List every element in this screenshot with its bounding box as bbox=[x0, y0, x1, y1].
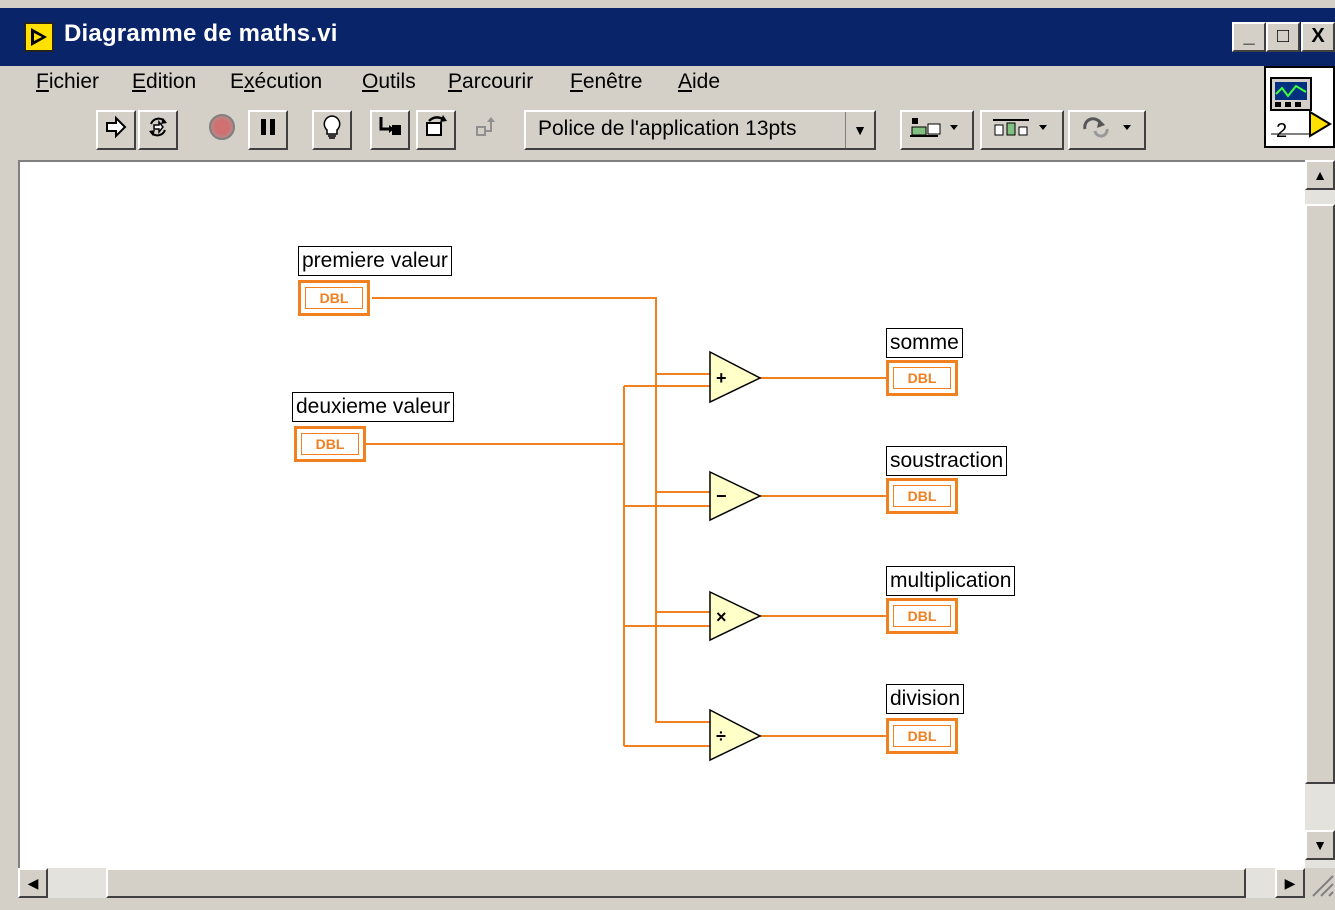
lightbulb-icon bbox=[321, 114, 343, 146]
run-icon bbox=[104, 115, 128, 145]
wire-premiere-div bbox=[655, 612, 710, 723]
control-label-deuxieme[interactable]: deuxieme valeur bbox=[292, 392, 455, 422]
run-continuously-button[interactable] bbox=[138, 110, 178, 150]
connector-pane-label: 2 bbox=[1276, 120, 1288, 142]
indicator-division[interactable]: DBL bbox=[886, 718, 958, 754]
chevron-down-icon[interactable]: ▼ bbox=[845, 112, 874, 148]
menu-rest: enêtre bbox=[582, 70, 643, 93]
wire-premiere-mul bbox=[655, 492, 710, 613]
scroll-up-button[interactable]: ▲ bbox=[1305, 160, 1335, 190]
step-out-icon bbox=[473, 115, 499, 145]
dbl-badge: DBL bbox=[893, 725, 951, 747]
mnemonic: x bbox=[244, 70, 255, 93]
resize-grip-icon bbox=[1312, 875, 1334, 897]
menu-rest: ichier bbox=[48, 70, 100, 93]
connector-pane[interactable]: 2 bbox=[1264, 66, 1335, 148]
font-ring[interactable]: Police de l'application 13pts ▼ bbox=[524, 110, 876, 150]
horizontal-scrollbar[interactable]: ◀ ▶ bbox=[18, 868, 1305, 898]
step-into-button[interactable] bbox=[370, 110, 410, 150]
menu-bar: Fichier Edition Exécution Outils Parcour… bbox=[0, 66, 1260, 102]
close-button[interactable]: X bbox=[1301, 22, 1335, 52]
wires: + − × ÷ bbox=[366, 297, 888, 762]
indicator-label-multiplication[interactable]: multiplication bbox=[886, 566, 1016, 596]
horizontal-scroll-thumb[interactable] bbox=[106, 868, 1246, 898]
pause-button[interactable] bbox=[248, 110, 288, 150]
dbl-badge: DBL bbox=[305, 287, 363, 309]
align-objects-button[interactable] bbox=[900, 110, 974, 150]
control-label-premiere[interactable]: premiere valeur bbox=[298, 246, 452, 276]
step-out-button[interactable] bbox=[466, 110, 506, 150]
subtract-symbol: − bbox=[716, 486, 727, 506]
indicator-multiplication[interactable]: DBL bbox=[886, 598, 958, 634]
multiply-symbol: × bbox=[716, 607, 727, 627]
distribute-objects-button[interactable] bbox=[980, 110, 1064, 150]
wire-premiere-add bbox=[372, 297, 710, 375]
labview-window: Diagramme de maths.vi _ □ X Fichier Edit… bbox=[0, 0, 1335, 910]
dbl-badge: DBL bbox=[893, 367, 951, 389]
menu-rest: utils bbox=[378, 70, 416, 93]
mnemonic: E bbox=[132, 70, 147, 93]
wire-premiere-sub bbox=[655, 374, 710, 493]
step-into-icon bbox=[377, 115, 403, 145]
menu-rest: E bbox=[230, 70, 245, 93]
vertical-scroll-thumb[interactable] bbox=[1305, 204, 1335, 784]
highlight-execution-button[interactable] bbox=[312, 110, 352, 150]
menu-rest: ide bbox=[692, 70, 721, 93]
mnemonic: F bbox=[570, 70, 583, 93]
resize-grip[interactable] bbox=[1305, 868, 1335, 898]
reorder-icon bbox=[1077, 115, 1137, 145]
menu-aide[interactable]: Aide bbox=[672, 70, 726, 94]
mnemonic: O bbox=[362, 70, 379, 93]
indicator-somme[interactable]: DBL bbox=[886, 360, 958, 396]
mnemonic: F bbox=[36, 70, 49, 93]
control-deuxieme-valeur[interactable]: DBL bbox=[294, 426, 366, 462]
abort-button[interactable] bbox=[202, 110, 242, 150]
vertical-scrollbar[interactable]: ▲ ▼ bbox=[1305, 160, 1335, 868]
menu-rest: écution bbox=[254, 70, 323, 93]
menu-execution[interactable]: Exécution bbox=[224, 70, 328, 94]
maximize-button[interactable]: □ bbox=[1266, 22, 1300, 52]
add-symbol: + bbox=[716, 368, 727, 388]
control-premiere-valeur[interactable]: DBL bbox=[298, 280, 370, 316]
divide-symbol: ÷ bbox=[716, 726, 726, 746]
indicator-label-soustraction[interactable]: soustraction bbox=[886, 446, 1008, 476]
step-over-button[interactable] bbox=[416, 110, 456, 150]
menu-rest: arcourir bbox=[462, 70, 534, 93]
reorder-button[interactable] bbox=[1068, 110, 1146, 150]
run-continuously-icon bbox=[145, 114, 171, 146]
font-ring-label: Police de l'application 13pts bbox=[538, 117, 797, 140]
dbl-badge: DBL bbox=[893, 605, 951, 627]
mnemonic: A bbox=[678, 70, 693, 93]
minimize-button[interactable]: _ bbox=[1232, 22, 1266, 52]
window-title: Diagramme de maths.vi bbox=[64, 20, 338, 47]
indicator-label-somme[interactable]: somme bbox=[886, 328, 963, 358]
mnemonic: P bbox=[448, 70, 463, 93]
run-button[interactable] bbox=[96, 110, 136, 150]
step-over-icon bbox=[423, 115, 449, 145]
pause-icon bbox=[257, 116, 279, 144]
menu-fichier[interactable]: Fichier bbox=[30, 70, 105, 94]
dbl-badge: DBL bbox=[893, 485, 951, 507]
dbl-badge: DBL bbox=[301, 433, 359, 455]
vi-icon[interactable] bbox=[24, 22, 54, 52]
distribute-objects-icon bbox=[989, 115, 1055, 145]
scroll-left-button[interactable]: ◀ bbox=[18, 868, 48, 898]
menu-outils[interactable]: Outils bbox=[356, 70, 422, 94]
menu-edition[interactable]: Edition bbox=[126, 70, 202, 94]
block-diagram[interactable]: + − × ÷ premiere valeur DBL deuxieme val… bbox=[18, 160, 1305, 868]
scroll-down-button[interactable]: ▼ bbox=[1305, 830, 1335, 860]
indicator-soustraction[interactable]: DBL bbox=[886, 478, 958, 514]
menu-rest: dition bbox=[146, 70, 197, 93]
abort-icon bbox=[208, 113, 236, 147]
scroll-right-button[interactable]: ▶ bbox=[1275, 868, 1305, 898]
align-objects-icon bbox=[908, 115, 966, 145]
title-bar[interactable]: Diagramme de maths.vi _ □ X bbox=[0, 8, 1335, 66]
indicator-label-division[interactable]: division bbox=[886, 684, 965, 714]
menu-fenetre[interactable]: Fenêtre bbox=[564, 70, 648, 94]
menu-parcourir[interactable]: Parcourir bbox=[442, 70, 539, 94]
